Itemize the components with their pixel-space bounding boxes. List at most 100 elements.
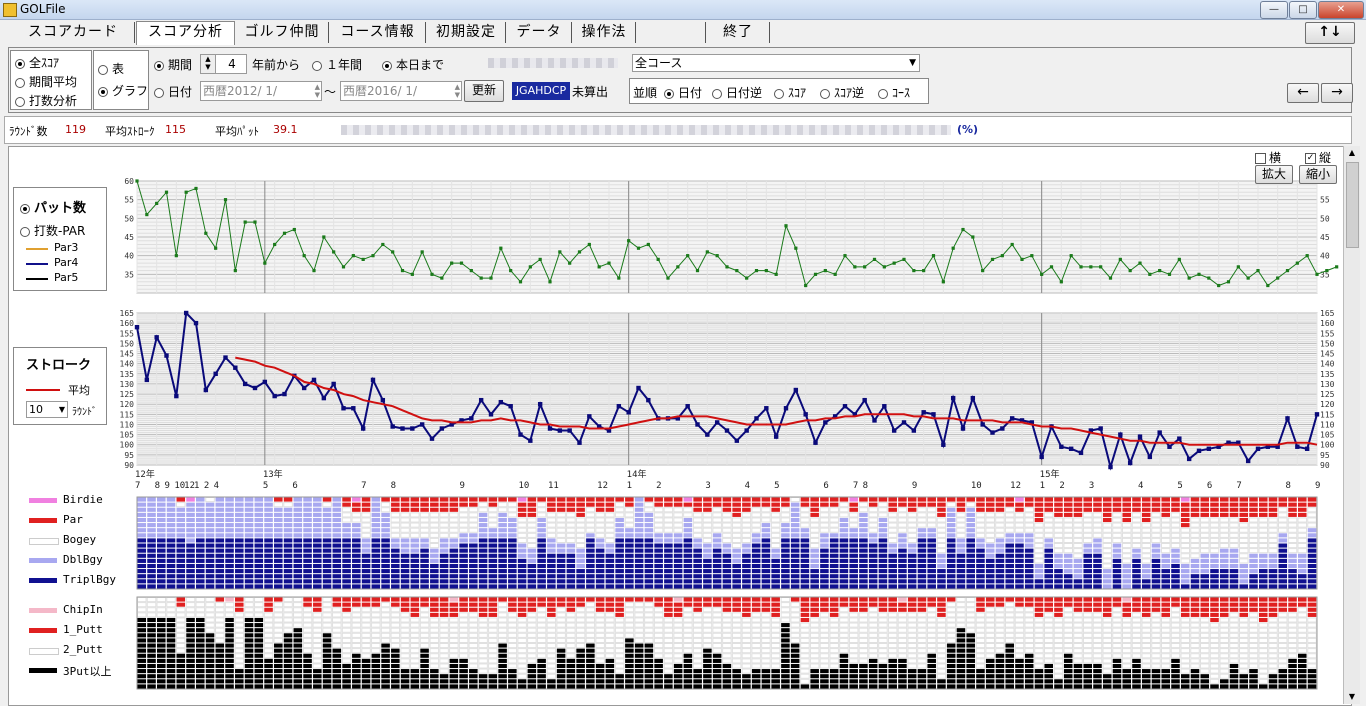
- minimize-button[interactable]: —: [1260, 1, 1288, 19]
- putt-cell: [819, 612, 830, 618]
- maximize-button[interactable]: □: [1289, 1, 1317, 19]
- date-to-input[interactable]: 西暦2016/ 1/▲ ▼: [340, 81, 462, 101]
- toggle-arrows-button[interactable]: ↑↓: [1305, 22, 1355, 44]
- score-cell: [1151, 558, 1161, 563]
- putt-cell: [829, 622, 839, 628]
- score-cell: [898, 502, 907, 507]
- score-cell: [303, 497, 312, 502]
- close-button[interactable]: ✕: [1318, 1, 1364, 19]
- putt-cell: [234, 653, 245, 659]
- score-cell: [371, 497, 381, 502]
- tab-initial-settings[interactable]: 初期設定: [427, 22, 506, 43]
- course-select[interactable]: 全コース ▼: [632, 54, 920, 72]
- score-cell: [1112, 548, 1122, 553]
- score-cell: [400, 579, 410, 584]
- score-cell: [692, 517, 703, 523]
- tab-data[interactable]: データ: [507, 22, 572, 43]
- putt-cell: [1268, 679, 1278, 684]
- sort-score-radio[interactable]: ｽｺｱ: [774, 84, 806, 101]
- mode-stroke-analysis-radio[interactable]: 打数分析: [15, 92, 77, 109]
- one-year-radio[interactable]: １年間: [312, 56, 362, 73]
- putt-cell: [312, 653, 323, 659]
- date-range-radio[interactable]: 日付: [154, 83, 192, 100]
- putt-cell: [683, 643, 693, 649]
- period-radio[interactable]: 期間: [154, 56, 192, 73]
- putt-cell: [732, 669, 741, 674]
- vertical-checkbox[interactable]: ✓ 縦: [1305, 149, 1331, 166]
- score-cell: [1258, 537, 1269, 543]
- tab-score-analysis[interactable]: スコア分析: [136, 21, 235, 45]
- score-cell: [1210, 512, 1219, 517]
- score-cell: [605, 579, 615, 584]
- putt-cell: [497, 622, 508, 628]
- score-cell: [274, 579, 283, 584]
- tab-operation[interactable]: 操作法: [573, 22, 636, 43]
- score-cell: [1288, 507, 1297, 512]
- score-cell: [254, 528, 264, 533]
- tab-golf-friends[interactable]: ゴルフ仲間: [236, 22, 329, 43]
- mode-period-avg-radio[interactable]: 期間平均: [15, 73, 77, 90]
- putts-radio[interactable]: パット数: [20, 197, 86, 216]
- putt-cell: [1209, 627, 1220, 633]
- update-button[interactable]: 更新: [464, 80, 504, 102]
- horizontal-checkbox[interactable]: 横: [1255, 149, 1281, 166]
- mode-all-radio[interactable]: 全ｽｺｱ: [15, 54, 59, 71]
- putt-cell: [1200, 612, 1210, 617]
- putt-cell: [137, 643, 147, 648]
- years-input[interactable]: 4: [215, 54, 247, 74]
- strokes-par-radio[interactable]: 打数-PAR: [20, 222, 85, 239]
- score-cell: [293, 574, 303, 579]
- putt-cell: [966, 669, 975, 674]
- score-cell: [1063, 512, 1073, 517]
- view-table-radio[interactable]: 表: [98, 60, 124, 77]
- score-cell: [566, 507, 576, 512]
- putt-cell: [264, 679, 273, 684]
- putt-cell: [566, 648, 576, 654]
- prev-arrow-button[interactable]: ←: [1287, 83, 1319, 103]
- putt-cell: [1082, 653, 1093, 659]
- years-spinner[interactable]: ▲ ▼: [200, 54, 216, 74]
- zoom-in-button[interactable]: 拡大: [1255, 165, 1293, 184]
- score-cell: [176, 502, 186, 508]
- putt-cell: [478, 674, 488, 679]
- chevron-down-icon[interactable]: ▼: [909, 55, 916, 71]
- putt-cell: [234, 617, 245, 623]
- score-cell: [595, 548, 605, 553]
- tab-blank[interactable]: [637, 22, 706, 43]
- score-cell: [770, 512, 781, 518]
- sort-score-rev-radio[interactable]: ｽｺｱ逆: [820, 84, 864, 101]
- putt-cell: [946, 627, 956, 633]
- sort-course-radio[interactable]: ｺｰｽ: [878, 84, 910, 101]
- putt-cell: [215, 643, 225, 648]
- score-cell: [264, 538, 273, 543]
- next-arrow-button[interactable]: →: [1321, 83, 1353, 103]
- date-from-input[interactable]: 西暦2012/ 1/▲ ▼: [200, 81, 322, 101]
- putt-cell: [332, 607, 342, 613]
- score-cell: [410, 548, 420, 553]
- tab-exit[interactable]: 終了: [707, 22, 770, 43]
- putt-cell: [966, 679, 975, 684]
- putt-cell: [663, 632, 674, 638]
- view-graph-radio[interactable]: グラフ: [98, 82, 148, 99]
- putt-cell: [235, 679, 244, 684]
- putt-cell: [1024, 622, 1034, 628]
- until-today-radio[interactable]: 本日まで: [382, 56, 444, 73]
- score-cell: [937, 584, 946, 589]
- score-cell: [313, 523, 322, 528]
- score-cell: [741, 517, 752, 523]
- data-point: [764, 406, 769, 411]
- score-cell: [897, 527, 908, 533]
- score-cell: [888, 543, 897, 548]
- zoom-out-button[interactable]: 縮小: [1299, 165, 1337, 184]
- sort-date-radio[interactable]: 日付: [664, 84, 702, 101]
- score-cell: [1015, 569, 1024, 574]
- score-cell: [293, 563, 303, 569]
- score-cell: [449, 579, 459, 584]
- score-cell: [391, 563, 400, 569]
- tab-scorecard[interactable]: スコアカード: [12, 22, 135, 43]
- sort-date-rev-radio[interactable]: 日付逆: [712, 84, 762, 101]
- putt-cell: [186, 674, 195, 679]
- putt-cell: [1268, 607, 1278, 612]
- score-cell: [742, 569, 751, 574]
- tab-course-info[interactable]: コース情報: [330, 22, 426, 43]
